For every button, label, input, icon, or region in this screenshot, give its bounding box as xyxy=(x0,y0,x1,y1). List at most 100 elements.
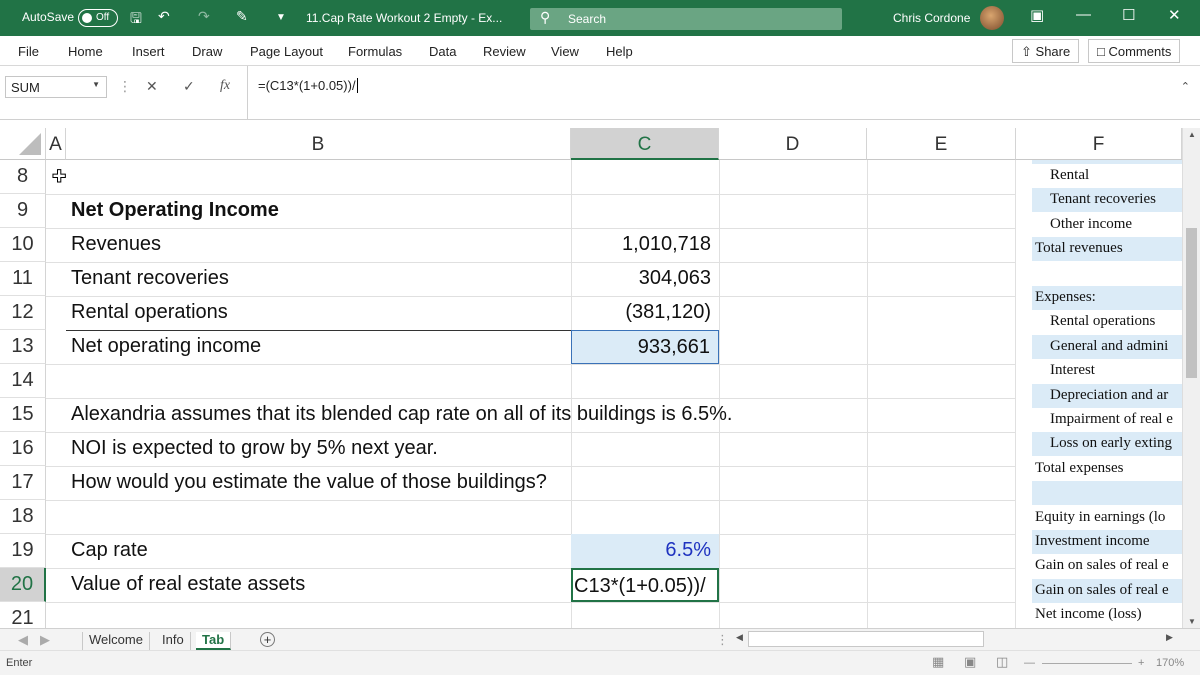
maximize-icon[interactable]: ☐ xyxy=(1122,6,1135,24)
sheet-tab-tab[interactable]: Tab xyxy=(196,632,232,650)
zoom-in-icon[interactable]: + xyxy=(1138,657,1144,669)
sheet-tab-welcome[interactable]: Welcome xyxy=(82,632,150,650)
column-f-item[interactable]: Total revenues xyxy=(1032,237,1182,262)
tab-data[interactable]: Data xyxy=(429,44,456,59)
column-f-item[interactable]: Total expenses xyxy=(1032,457,1182,481)
column-header-b[interactable]: B xyxy=(66,128,571,160)
cell-b17[interactable]: How would you estimate the value of thos… xyxy=(71,466,547,500)
tab-page-layout[interactable]: Page Layout xyxy=(250,44,323,59)
cell-c11[interactable]: 304,063 xyxy=(571,262,719,296)
cell-b15[interactable]: Alexandria assumes that its blended cap … xyxy=(71,398,732,432)
cell-c12[interactable]: (381,120) xyxy=(571,296,719,330)
add-sheet-icon[interactable]: + xyxy=(260,632,275,647)
tab-view[interactable]: View xyxy=(551,44,579,59)
cell-b9[interactable]: Net Operating Income xyxy=(71,194,279,228)
row-header[interactable]: 9 xyxy=(0,194,46,228)
name-box[interactable]: SUM ▼ xyxy=(5,76,107,98)
column-f-item[interactable]: Loss on early exting xyxy=(1032,432,1182,457)
zoom-out-icon[interactable]: — xyxy=(1024,657,1035,669)
cell-c10[interactable]: 1,010,718 xyxy=(571,228,719,262)
minimize-icon[interactable]: — xyxy=(1076,6,1091,23)
tab-formulas[interactable]: Formulas xyxy=(348,44,402,59)
column-f-item[interactable]: Equity in earnings (lo xyxy=(1032,506,1182,530)
ribbon-display-icon[interactable]: ▣ xyxy=(1030,6,1044,24)
undo-icon[interactable]: ↶ xyxy=(158,8,170,25)
cell-c13[interactable]: 933,661 xyxy=(571,330,719,364)
search-box[interactable]: ⚲ Search xyxy=(530,8,842,30)
column-f-pane[interactable]: Rental Tenant recoveries Other income Total… xyxy=(1016,160,1182,628)
column-f-item[interactable]: Rental operations xyxy=(1032,310,1182,334)
horizontal-scrollbar[interactable] xyxy=(748,631,984,647)
save-icon[interactable]: 🖫 xyxy=(130,8,142,32)
close-icon[interactable]: ✕ xyxy=(1168,6,1181,24)
customize-qat-icon[interactable]: ▼ xyxy=(276,12,286,23)
avatar[interactable] xyxy=(980,6,1004,30)
scroll-left-icon[interactable]: ◀ xyxy=(736,632,743,643)
row-header[interactable]: 20 xyxy=(0,568,46,602)
collapse-formula-icon[interactable]: ⌃ xyxy=(1181,80,1190,93)
column-f-item[interactable]: Other income xyxy=(1032,213,1182,237)
column-f-item[interactable]: Net income (loss) xyxy=(1032,603,1182,627)
zoom-slider[interactable] xyxy=(1042,663,1132,664)
column-f-item[interactable] xyxy=(1032,262,1182,286)
page-layout-view-icon[interactable]: ▣ xyxy=(964,654,976,670)
column-f-item[interactable] xyxy=(1032,481,1182,506)
zoom-level[interactable]: 170% xyxy=(1156,657,1184,669)
column-f-item[interactable]: Depreciation and ar xyxy=(1032,383,1182,408)
column-f-item[interactable]: General and admini xyxy=(1032,334,1182,359)
column-header-d[interactable]: D xyxy=(719,128,867,160)
tab-home[interactable]: Home xyxy=(68,44,103,59)
next-sheet-icon[interactable]: ▶ xyxy=(40,632,50,648)
row-header[interactable]: 12 xyxy=(0,296,46,330)
column-f-item[interactable]: Investment income xyxy=(1032,530,1182,554)
cell-b12[interactable]: Rental operations xyxy=(71,296,228,330)
insert-function-icon[interactable]: fx xyxy=(220,78,230,94)
cell-b13[interactable]: Net operating income xyxy=(71,330,261,364)
row-header[interactable]: 19 xyxy=(0,534,46,568)
user-name[interactable]: Chris Cordone xyxy=(893,11,970,25)
tab-insert[interactable]: Insert xyxy=(132,44,165,59)
row-header[interactable]: 14 xyxy=(0,364,46,398)
column-header-f[interactable]: F xyxy=(1016,128,1182,160)
row-header[interactable]: 18 xyxy=(0,500,46,534)
scroll-thumb[interactable] xyxy=(1186,228,1197,378)
cell-c20[interactable]: C13*(1+0.05))/ xyxy=(571,568,719,602)
comments-button[interactable]: □ Comments xyxy=(1088,39,1181,63)
cell-b20[interactable]: Value of real estate assets xyxy=(71,568,305,602)
select-all-button[interactable] xyxy=(0,128,46,160)
row-header[interactable]: 21 xyxy=(0,602,46,628)
cell-b19[interactable]: Cap rate xyxy=(71,534,148,568)
brush-icon[interactable]: ✎ xyxy=(236,8,248,25)
share-button[interactable]: ⇧ Share xyxy=(1012,39,1080,63)
cell-b10[interactable]: Revenues xyxy=(71,228,161,262)
scroll-up-icon[interactable]: ▲ xyxy=(1188,130,1196,139)
sheet-tab-info[interactable]: Info xyxy=(156,632,191,650)
page-break-view-icon[interactable]: ◫ xyxy=(996,654,1008,670)
scroll-down-icon[interactable]: ▼ xyxy=(1188,617,1196,626)
row-header[interactable]: 13 xyxy=(0,330,46,364)
cancel-icon[interactable]: ✕ xyxy=(146,78,158,95)
vertical-scrollbar[interactable]: ▲ ▼ xyxy=(1182,128,1200,628)
tab-help[interactable]: Help xyxy=(606,44,633,59)
cell-b16[interactable]: NOI is expected to grow by 5% next year. xyxy=(71,432,438,466)
worksheet-grid[interactable]: A B C D E F 8 ✚ 9 Net Operating Income 10 Rev… xyxy=(0,128,1182,628)
column-f-item[interactable]: Expenses: xyxy=(1032,286,1182,310)
column-f-item[interactable]: Tenant recoveries xyxy=(1032,188,1182,213)
row-header[interactable]: 17 xyxy=(0,466,46,500)
column-header-c[interactable]: C xyxy=(571,128,719,160)
tab-draw[interactable]: Draw xyxy=(192,44,222,59)
chevron-down-icon[interactable]: ▼ xyxy=(92,80,100,89)
cell-b11[interactable]: Tenant recoveries xyxy=(71,262,229,296)
column-f-item[interactable]: Rental xyxy=(1032,164,1182,188)
tab-file[interactable]: File xyxy=(18,44,39,59)
row-header[interactable]: 8 xyxy=(0,160,46,194)
row-header[interactable]: 10 xyxy=(0,228,46,262)
column-f-item[interactable]: Gain on sales of real e xyxy=(1032,578,1182,603)
cell-c19[interactable]: 6.5% xyxy=(571,534,719,568)
formula-input[interactable]: =(C13*(1+0.05))/ xyxy=(247,66,1177,120)
column-f-item[interactable]: Gain on sales of real e xyxy=(1032,554,1182,578)
autosave-toggle[interactable]: Off xyxy=(78,9,118,27)
column-header-a[interactable]: A xyxy=(46,128,66,160)
normal-view-icon[interactable]: ▦ xyxy=(932,654,944,670)
column-f-item[interactable]: Interest xyxy=(1032,359,1182,383)
